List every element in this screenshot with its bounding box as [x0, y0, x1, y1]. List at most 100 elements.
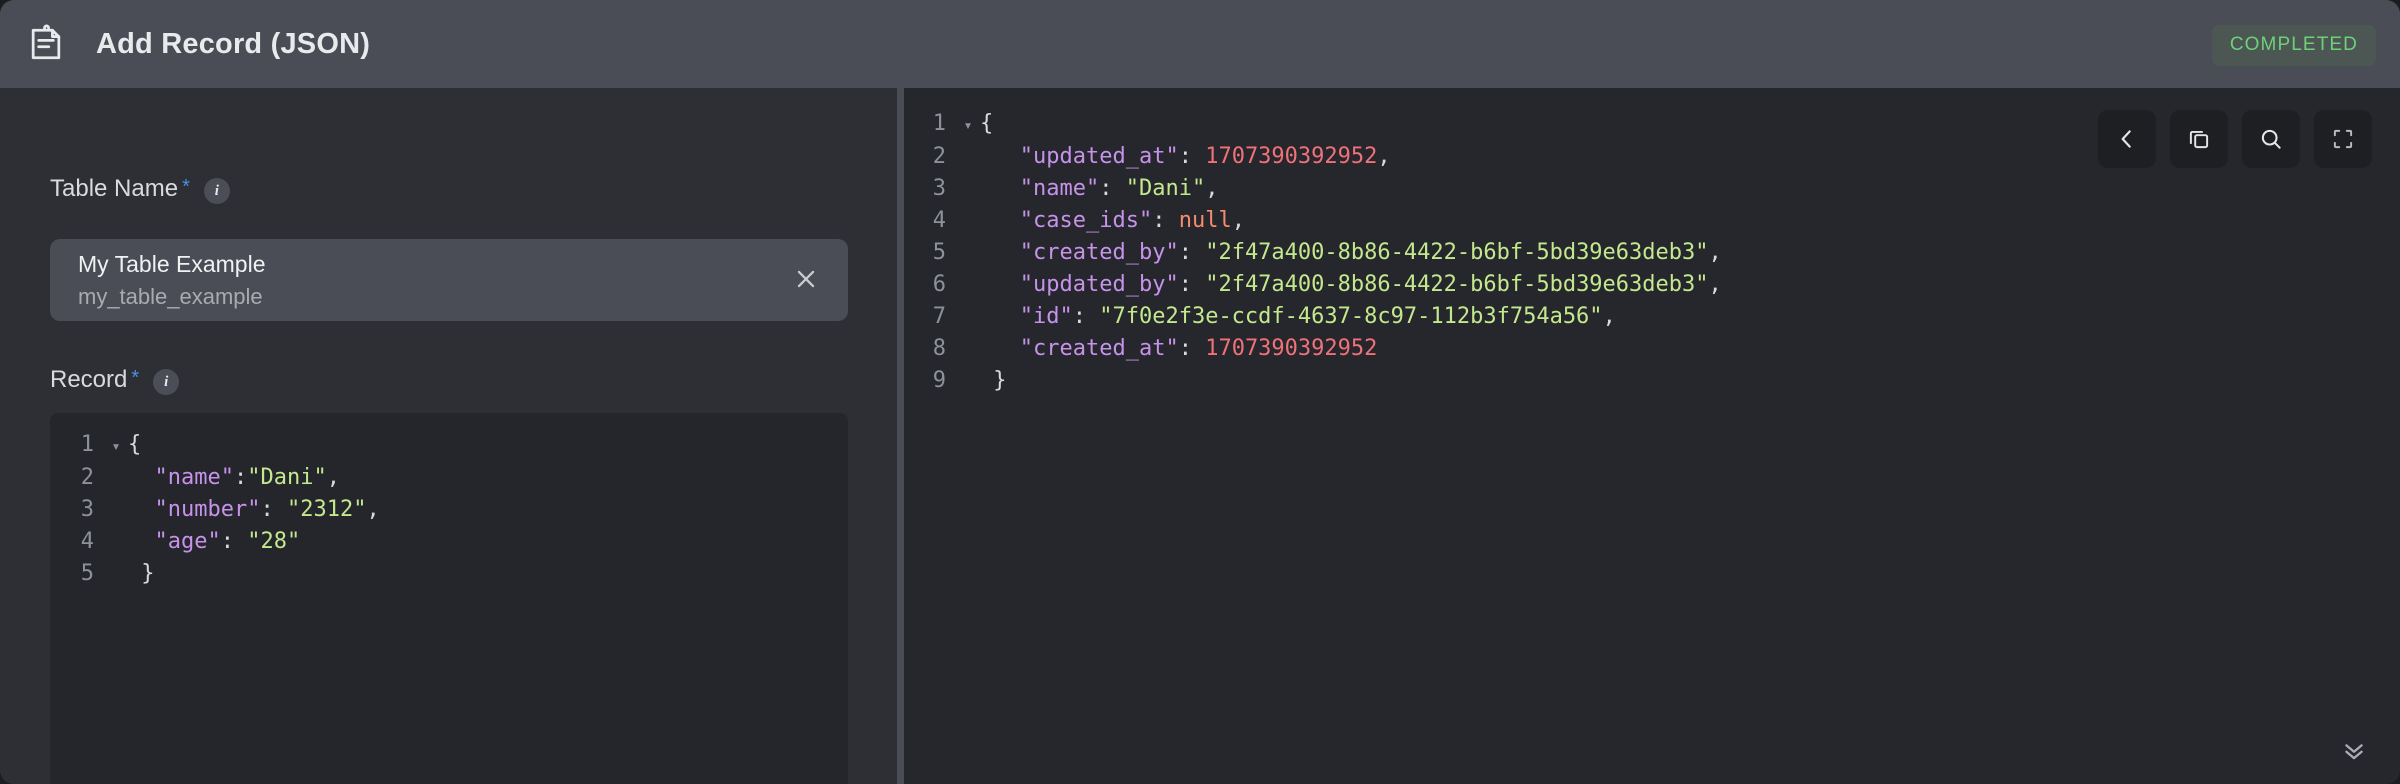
table-name-label-group: Table Name * i: [50, 175, 230, 204]
code-line-content: "created_by": "2f47a400-8b86-4422-b6bf-5…: [980, 237, 1722, 269]
token-punc: [980, 176, 1020, 201]
code-line: 5 }: [62, 558, 380, 590]
code-line-content: "number": "2312",: [128, 494, 380, 526]
table-name-value-chip[interactable]: My Table Example my_table_example: [50, 239, 848, 321]
code-line-content: "updated_by": "2f47a400-8b86-4422-b6bf-5…: [980, 269, 1722, 301]
code-line: 5 "created_by": "2f47a400-8b86-4422-b6bf…: [922, 237, 1722, 269]
record-label-group: Record * i: [50, 366, 180, 395]
line-number: 2: [80, 465, 94, 490]
chevrons-down-icon[interactable]: [2334, 730, 2374, 770]
token-punc: [128, 529, 155, 554]
code-line: 4 "case_ids": null,: [922, 205, 1722, 237]
record-json-editor[interactable]: 1 ▾{2 "name":"Dani", 3 "number": "2312", 4 …: [50, 413, 848, 784]
fold-arrow-icon[interactable]: ▾: [104, 430, 128, 462]
form-panel: Table Name * i My Table Example my_table…: [0, 88, 897, 784]
table-name-value-subtitle: my_table_example: [78, 284, 263, 309]
record-editor-code[interactable]: 1 ▾{2 "name":"Dani", 3 "number": "2312", 4 …: [62, 429, 380, 590]
table-name-label: Table Name: [50, 175, 179, 202]
token-punc: ,: [1205, 176, 1219, 201]
line-number: 5: [932, 240, 946, 265]
token-punc: [980, 272, 1020, 297]
token-punc: :: [1072, 304, 1100, 329]
token-punc: ,: [1377, 144, 1391, 169]
line-number: 7: [932, 304, 946, 329]
code-line-content: "case_ids": null,: [980, 205, 1722, 237]
copy-button[interactable]: [2170, 110, 2228, 168]
token-str: "2312": [286, 497, 367, 522]
token-key: "name": [1019, 176, 1100, 201]
code-line: 1 ▾{: [922, 108, 1722, 141]
line-number: 2: [932, 144, 946, 169]
token-str: "28": [247, 529, 301, 554]
token-str: "Dani": [1125, 176, 1206, 201]
token-punc: {: [128, 432, 142, 457]
back-button[interactable]: [2098, 110, 2156, 168]
code-line-content: "created_at": 1707390392952: [980, 333, 1722, 365]
token-key: "age": [154, 529, 221, 554]
token-punc: [980, 336, 1020, 361]
token-punc: [980, 144, 1020, 169]
token-punc: ,: [366, 497, 380, 522]
code-line: 8 "created_at": 1707390392952: [922, 333, 1722, 365]
line-number: 4: [932, 208, 946, 233]
line-number: 6: [932, 272, 946, 297]
panel-divider[interactable]: [897, 88, 904, 784]
code-line-content: "name":"Dani",: [128, 462, 380, 494]
token-key: "name": [154, 465, 234, 490]
code-line: 1 ▾{: [62, 429, 380, 462]
code-line-content: "updated_at": 1707390392952,: [980, 141, 1722, 173]
json-result-panel: 1 ▾{2 "updated_at": 1707390392952, 3 "name…: [904, 88, 2400, 784]
token-punc: :: [1178, 272, 1206, 297]
code-line-content: {: [128, 429, 380, 461]
body-split: Table Name * i My Table Example my_table…: [0, 88, 2400, 784]
line-number: 3: [932, 176, 946, 201]
token-punc: :: [220, 529, 248, 554]
record-label: Record: [50, 366, 128, 393]
code-line: 2 "name":"Dani",: [62, 462, 380, 494]
token-punc: [128, 465, 155, 490]
add-record-json-window: Add Record (JSON) COMPLETED Table Name *…: [0, 0, 2400, 784]
json-viewer-toolbar: [2098, 110, 2372, 168]
token-punc: :: [1152, 208, 1179, 233]
code-line: 6 "updated_by": "2f47a400-8b86-4422-b6bf…: [922, 269, 1722, 301]
token-key: "case_ids": [1019, 208, 1153, 233]
required-asterisk: *: [182, 176, 190, 198]
line-number: 4: [80, 529, 94, 554]
token-punc: :: [233, 465, 248, 490]
line-number: 9: [932, 368, 946, 393]
search-button[interactable]: [2242, 110, 2300, 168]
token-punc: ,: [1708, 240, 1722, 265]
token-str: "Dani": [247, 465, 327, 490]
info-icon[interactable]: i: [153, 369, 180, 395]
code-line: 3 "name": "Dani",: [922, 173, 1722, 205]
token-punc: {: [980, 111, 994, 136]
token-str: "7f0e2f3e-ccdf-4637-8c97-112b3f754a56": [1099, 304, 1603, 329]
token-null: null: [1178, 208, 1232, 233]
code-line-content: "id": "7f0e2f3e-ccdf-4637-8c97-112b3f754…: [980, 301, 1722, 333]
close-icon[interactable]: [786, 259, 826, 299]
token-key: "id": [1019, 304, 1073, 329]
table-name-value-title: My Table Example: [78, 251, 266, 277]
token-punc: :: [1178, 144, 1206, 169]
token-punc: ,: [1231, 208, 1245, 233]
fullscreen-button[interactable]: [2314, 110, 2372, 168]
line-number: 1: [932, 111, 946, 136]
token-punc: [980, 240, 1020, 265]
code-line-content: }: [980, 365, 1722, 397]
code-line-content: }: [128, 558, 380, 590]
line-number: 1: [80, 432, 94, 457]
token-punc: :: [1178, 336, 1206, 361]
line-number: 3: [80, 497, 94, 522]
code-line-content: {: [980, 108, 1722, 140]
clipboard-document-icon: [18, 16, 74, 72]
result-json-code: 1 ▾{2 "updated_at": 1707390392952, 3 "name…: [922, 108, 1722, 397]
token-punc: :: [260, 497, 287, 522]
window-header: Add Record (JSON) COMPLETED: [0, 0, 2400, 88]
token-punc: ,: [1602, 304, 1616, 329]
fold-arrow-icon[interactable]: ▾: [956, 109, 980, 141]
token-key: "created_at": [1019, 336, 1179, 361]
info-icon[interactable]: i: [203, 178, 230, 204]
token-punc: }: [128, 561, 155, 586]
line-number: 8: [932, 336, 946, 361]
required-asterisk: *: [131, 367, 140, 389]
